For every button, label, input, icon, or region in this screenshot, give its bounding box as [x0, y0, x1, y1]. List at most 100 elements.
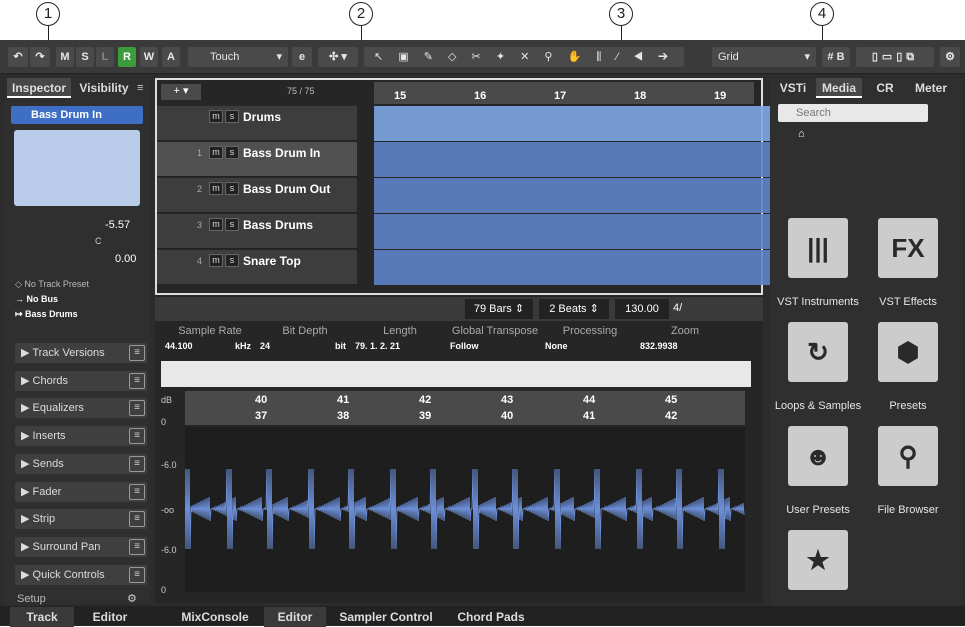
tab-vsti[interactable]: VSTi [770, 78, 816, 98]
solo-button[interactable]: s [225, 218, 239, 231]
info-field[interactable]: Length 79. 1. 2. 21 [355, 325, 445, 351]
solo-button[interactable]: s [225, 182, 239, 195]
media-tile-icon[interactable]: ||| [788, 218, 848, 278]
quantize-label: B [836, 51, 845, 63]
media-tile-label[interactable]: User Presets [768, 504, 868, 516]
solo-button[interactable]: s [225, 110, 239, 123]
undo-icon[interactable]: ↶ [8, 47, 28, 67]
section-7[interactable]: ▶ Surround Pan ≡ [15, 536, 147, 557]
track-row[interactable]: 1 m s Bass Drum In [157, 142, 357, 177]
section-3[interactable]: ▶ Inserts ≡ [15, 426, 147, 447]
track-row[interactable]: 2 m s Bass Drum Out [157, 178, 357, 213]
bottom-tab-left[interactable]: Track [10, 607, 74, 627]
quantize-icon[interactable]: # B [822, 47, 850, 67]
media-tile-icon[interactable]: ★ [788, 530, 848, 590]
info-field[interactable]: Global Transpose Follow [450, 325, 540, 351]
info-field[interactable]: Zoom 832.9938 [640, 325, 730, 351]
tab-meter[interactable]: Meter [908, 78, 954, 98]
delay-value[interactable]: 0.00 [115, 253, 136, 265]
mute-button[interactable]: m [209, 146, 223, 159]
solo-button[interactable]: s [225, 146, 239, 159]
automation-button[interactable]: A [162, 47, 180, 67]
section-8[interactable]: ▶ Quick Controls ≡ [15, 564, 147, 585]
tab-visibility[interactable]: Visibility [75, 78, 133, 98]
bottom-tab-center[interactable]: MixConsole [170, 607, 260, 627]
tab-media[interactable]: Media [816, 78, 862, 98]
media-tile-icon[interactable]: ⬢ [878, 322, 938, 382]
edit-icon[interactable]: e [292, 47, 312, 67]
setup-gear-icon[interactable]: ⚙ [127, 592, 137, 605]
output-bus[interactable]: ↦ Bass Drums [15, 309, 78, 320]
listen-button[interactable]: L [96, 47, 114, 67]
tool-bar[interactable]: ↖ ▣ ✎ ◇ ✂ ✦ ✕ ⚲ ✋ ⫼ ⁄ ◀ ➔ [364, 47, 684, 67]
signature-field[interactable]: 4/ [673, 302, 682, 314]
track-row[interactable]: m s Drums [157, 106, 357, 141]
automation-mode-select[interactable]: Touch ▾ [188, 47, 288, 67]
ruler-top-tick: 45 [665, 394, 678, 406]
mute-button[interactable]: m [209, 182, 223, 195]
db-label: dB [161, 395, 173, 405]
bottom-tab-left[interactable]: Editor [78, 607, 142, 627]
media-tile-icon[interactable]: ↻ [788, 322, 848, 382]
bottom-tab-center[interactable]: Chord Pads [446, 607, 536, 627]
media-tile-label[interactable]: Presets [858, 400, 958, 412]
search-input[interactable]: Search [778, 104, 928, 122]
media-tile-label[interactable]: File Browser [858, 504, 958, 516]
info-value: 79. 1. 2. 21 [355, 341, 401, 351]
section-6[interactable]: ▶ Strip ≡ [15, 509, 147, 530]
media-tile-label[interactable]: VST Effects [858, 296, 958, 308]
bottom-tab-center[interactable]: Sampler Control [330, 607, 442, 627]
section-0[interactable]: ▶ Track Versions ≡ [15, 343, 147, 363]
add-track-button[interactable]: + ▾ [161, 84, 201, 100]
info-field[interactable]: Processing None [545, 325, 635, 351]
media-tile-label[interactable]: Loops & Samples [768, 400, 868, 412]
read-button[interactable]: R [118, 47, 136, 67]
volume-value[interactable]: -5.57 [105, 219, 130, 231]
settings-icon[interactable]: ⚙ [940, 47, 960, 67]
grid-select[interactable]: Grid ▾ [712, 47, 816, 67]
pan-value[interactable]: C [95, 236, 102, 246]
solo-button[interactable]: S [76, 47, 94, 67]
section-1[interactable]: ▶ Chords ≡ [15, 370, 147, 391]
ruler-bottom-tick: 40 [501, 410, 514, 422]
info-field[interactable]: Bit Depth 24 bit [260, 325, 350, 351]
write-button[interactable]: W [140, 47, 158, 67]
menu-icon[interactable]: ≡ [137, 82, 143, 94]
solo-button[interactable]: s [225, 254, 239, 267]
mute-button[interactable]: m [209, 218, 223, 231]
track-name: Bass Drum Out [243, 182, 331, 196]
track-row[interactable]: 3 m s Bass Drums [157, 214, 357, 249]
track-name-field[interactable]: Bass Drum In [11, 106, 143, 124]
media-tile-label[interactable]: VST Instruments [768, 296, 868, 308]
section-5[interactable]: ▶ Fader ≡ [15, 481, 147, 502]
info-field[interactable]: Sample Rate 44.100 kHz [165, 325, 255, 351]
media-tile-icon[interactable]: FX [878, 218, 938, 278]
tab-inspector[interactable]: Inspector [7, 78, 71, 98]
media-tile-icon[interactable]: ☻ [788, 426, 848, 486]
snap-icon[interactable]: ✣ ▾ [318, 47, 358, 67]
ruler-bottom-tick: 42 [665, 410, 678, 422]
bottom-tab-center[interactable]: Editor [264, 607, 326, 627]
track-controls-box[interactable] [14, 130, 140, 206]
overview-waveform[interactable] [161, 361, 751, 387]
mute-button[interactable]: m [209, 110, 223, 123]
media-tile-icon[interactable]: ⚲ [878, 426, 938, 486]
track-row[interactable]: 4 m s Snare Top [157, 250, 357, 285]
track-preset[interactable]: ◇ No Track Preset [15, 279, 89, 290]
tempo-field[interactable]: 130.00 [615, 299, 669, 319]
redo-icon[interactable]: ↷ [30, 47, 50, 67]
section-4[interactable]: ▶ Sends ≡ [15, 453, 147, 474]
layout-icons[interactable]: ▯▭▯⧉ [856, 47, 934, 67]
info-label: Processing [562, 325, 618, 337]
preset-label: No Track Preset [24, 279, 89, 289]
beats-field[interactable]: 2 Beats ⇕ [539, 299, 609, 319]
mute-button[interactable]: M [56, 47, 74, 67]
setup-label[interactable]: Setup [17, 593, 46, 605]
mute-button[interactable]: m [209, 254, 223, 267]
home-icon[interactable]: ⌂ [798, 128, 805, 140]
input-bus[interactable]: → No Bus [15, 294, 58, 304]
editor-ruler[interactable] [185, 391, 745, 425]
tab-cr[interactable]: CR [862, 78, 908, 98]
bars-field[interactable]: 79 Bars ⇕ [465, 299, 533, 319]
section-2[interactable]: ▶ Equalizers ≡ [15, 398, 147, 419]
